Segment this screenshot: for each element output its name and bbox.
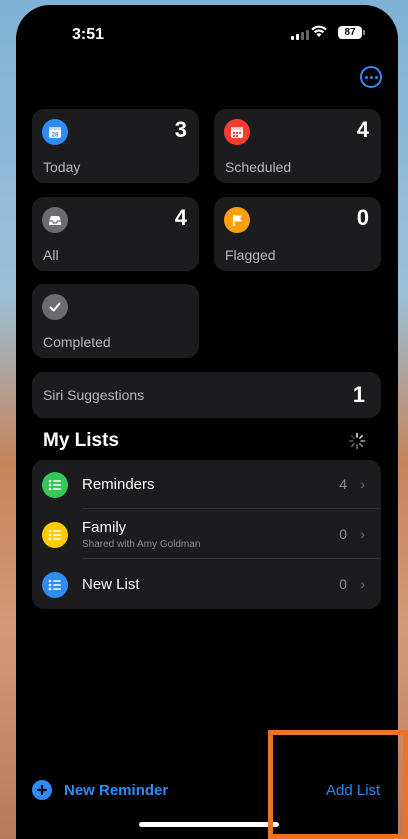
scheduled-tile[interactable]: 4 Scheduled	[214, 109, 381, 183]
completed-tile[interactable]: Completed	[32, 284, 199, 358]
siri-suggestions-label: Siri Suggestions	[43, 387, 145, 403]
reminders-app: 3:51 87 28 3 Today 4 Scheduled 4 All 0 F…	[16, 5, 398, 839]
checkmark-icon	[42, 294, 68, 320]
new-reminder-button[interactable]: New Reminder	[32, 780, 168, 800]
tray-icon	[42, 207, 68, 233]
list-bullet-icon	[42, 572, 68, 598]
home-indicator	[139, 822, 279, 827]
today-count: 3	[174, 117, 187, 142]
list-item-new-list[interactable]: New List 0 ›	[32, 560, 381, 609]
list-count: 4	[339, 476, 347, 492]
siri-suggestions-count: 1	[352, 382, 365, 407]
list-count: 0	[339, 576, 347, 592]
scheduled-label: Scheduled	[225, 159, 292, 175]
all-label: All	[43, 247, 59, 263]
my-lists-group: Reminders 4 › Family Shared with Amy Gol…	[32, 460, 381, 609]
list-item-reminders[interactable]: Reminders 4 ›	[32, 460, 381, 509]
flagged-tile[interactable]: 0 Flagged	[214, 197, 381, 271]
battery-icon: 87	[338, 26, 365, 39]
list-count: 0	[339, 526, 347, 542]
divider	[82, 558, 381, 559]
completed-label: Completed	[43, 334, 111, 350]
all-tile[interactable]: 4 All	[32, 197, 199, 271]
ellipsis-icon	[364, 75, 368, 79]
list-name: New List	[82, 576, 140, 593]
loading-spinner-icon	[348, 432, 366, 450]
calendar-icon: 28	[42, 119, 68, 145]
flagged-label: Flagged	[225, 247, 276, 263]
highlight-box	[268, 730, 408, 839]
status-bar: 3:51 87	[16, 5, 398, 61]
divider	[82, 508, 381, 509]
list-item-family[interactable]: Family Shared with Amy Goldman 0 ›	[32, 510, 381, 559]
new-reminder-label: New Reminder	[64, 781, 169, 799]
list-name: Family	[82, 519, 127, 536]
chevron-right-icon: ›	[360, 476, 365, 492]
more-options-button[interactable]	[360, 66, 382, 88]
all-count: 4	[174, 205, 187, 230]
my-lists-heading: My Lists	[43, 430, 120, 451]
today-label: Today	[43, 159, 81, 175]
list-bullet-icon	[42, 472, 68, 498]
list-bullet-icon	[42, 522, 68, 548]
chevron-right-icon: ›	[360, 576, 365, 592]
flagged-count: 0	[356, 205, 369, 230]
signal-icon	[291, 30, 309, 40]
scheduled-count: 4	[356, 117, 369, 142]
list-shared-subtitle: Shared with Amy Goldman	[82, 539, 201, 550]
list-name: Reminders	[82, 476, 155, 493]
svg-text:28: 28	[52, 133, 59, 139]
status-time: 3:51	[72, 26, 105, 43]
flag-icon	[224, 207, 250, 233]
siri-suggestions-row[interactable]: Siri Suggestions 1	[32, 372, 381, 418]
today-tile[interactable]: 28 3 Today	[32, 109, 199, 183]
calendar-grid-icon	[224, 119, 250, 145]
chevron-right-icon: ›	[360, 526, 365, 542]
plus-circle-icon	[32, 780, 52, 800]
wifi-icon	[311, 25, 327, 37]
